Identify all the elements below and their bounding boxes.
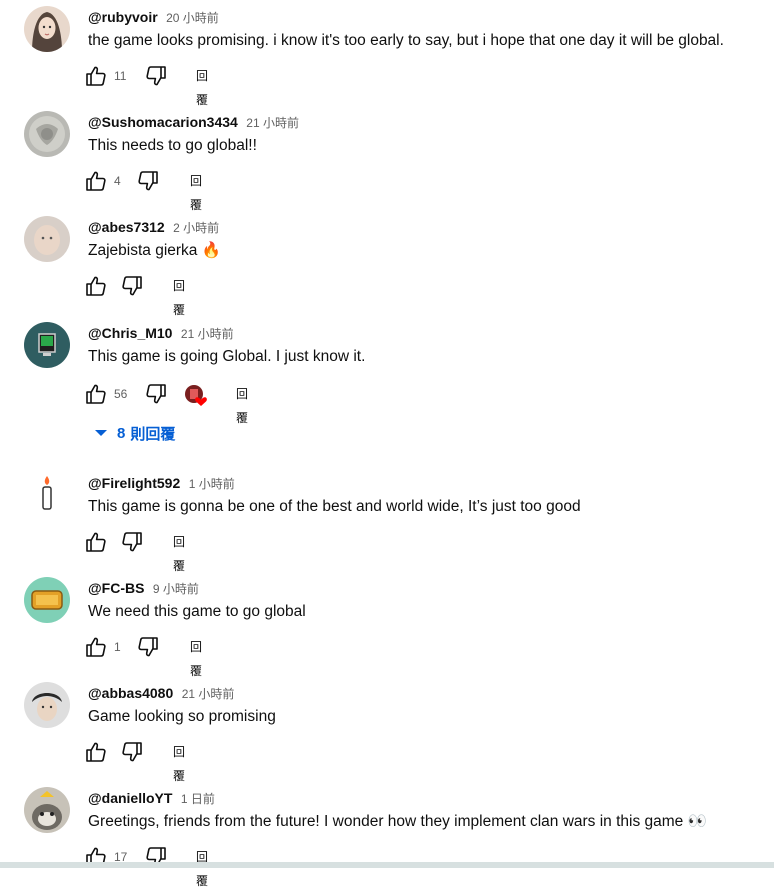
avatar[interactable] <box>24 577 70 623</box>
reply-button[interactable]: 回覆 <box>236 382 248 430</box>
thumb-up-icon <box>84 64 108 88</box>
dislike-button[interactable] <box>136 169 160 193</box>
comment-text: We need this game to go global <box>88 603 306 620</box>
reply-button[interactable]: 回覆 <box>196 845 208 893</box>
reply-button[interactable]: 回覆 <box>190 635 202 683</box>
comment-text: Zajebista gierka 🔥 <box>88 242 222 259</box>
thumb-up-icon <box>84 530 108 554</box>
dislike-button[interactable] <box>120 274 144 298</box>
dislike-button[interactable] <box>144 382 168 406</box>
comment-text: Greetings, friends from the future! I wo… <box>88 813 707 830</box>
comment-time[interactable]: 21 小時前 <box>246 116 299 130</box>
view-replies-button[interactable]: 8 則回覆 <box>92 422 175 444</box>
comment-author[interactable]: @abbas4080 <box>88 685 173 701</box>
dislike-button[interactable] <box>136 635 160 659</box>
caret-down-icon <box>95 430 107 436</box>
reply-button[interactable]: 回覆 <box>173 740 185 788</box>
comment-author[interactable]: @Firelight592 <box>88 475 180 491</box>
avatar[interactable] <box>24 322 70 368</box>
comment-time[interactable]: 2 小時前 <box>173 221 219 235</box>
like-count: 56 <box>114 387 128 401</box>
avatar[interactable] <box>24 682 70 728</box>
avatar[interactable] <box>24 216 70 262</box>
comment-text: This game is going Global. I just know i… <box>88 348 366 365</box>
reply-button[interactable]: 回覆 <box>196 64 208 112</box>
creator-heart-icon[interactable] <box>184 384 207 406</box>
comment-time[interactable]: 21 小時前 <box>182 687 235 701</box>
comment-header: @abbas4080 21 小時前 <box>88 684 234 702</box>
avatar[interactable] <box>24 111 70 157</box>
comment-time[interactable]: 1 小時前 <box>189 477 235 491</box>
comment-time[interactable]: 1 日前 <box>181 792 215 806</box>
comment-author[interactable]: @abes7312 <box>88 219 165 235</box>
thumb-up-icon <box>84 169 108 193</box>
avatar[interactable] <box>24 472 70 518</box>
reply-button[interactable]: 回覆 <box>190 169 202 217</box>
replies-label: 則回覆 <box>130 425 176 443</box>
comment-header: @Chris_M10 21 小時前 <box>88 324 234 342</box>
like-button[interactable] <box>84 635 108 659</box>
like-button[interactable] <box>84 169 108 193</box>
dislike-button[interactable] <box>144 64 168 88</box>
avatar[interactable] <box>24 787 70 833</box>
comment-header: @abes7312 2 小時前 <box>88 218 219 236</box>
reply-button[interactable]: 回覆 <box>173 530 185 578</box>
replies-count: 8 <box>117 424 126 442</box>
like-button[interactable] <box>84 382 108 406</box>
thumb-up-icon <box>84 382 108 406</box>
comment-author[interactable]: @Chris_M10 <box>88 325 172 341</box>
comment-author[interactable]: @danielloYT <box>88 790 172 806</box>
like-button[interactable] <box>84 530 108 554</box>
thumb-down-icon <box>120 740 144 764</box>
thumb-down-icon <box>144 382 168 406</box>
thumb-up-icon <box>84 740 108 764</box>
like-button[interactable] <box>84 64 108 88</box>
like-button[interactable] <box>84 274 108 298</box>
thumb-down-icon <box>144 64 168 88</box>
thumb-down-icon <box>136 169 160 193</box>
comment-header: @rubyvoir 20 小時前 <box>88 8 219 26</box>
comment-header: @Sushomacarion3434 21 小時前 <box>88 113 299 131</box>
comment-author[interactable]: @rubyvoir <box>88 9 158 25</box>
like-count: 11 <box>114 69 127 83</box>
dislike-button[interactable] <box>120 740 144 764</box>
comment-text: This game is gonna be one of the best an… <box>88 498 581 515</box>
dislike-button[interactable] <box>120 530 144 554</box>
comment-time[interactable]: 20 小時前 <box>166 11 219 25</box>
comment-time[interactable]: 21 小時前 <box>181 327 234 341</box>
avatar[interactable] <box>24 6 70 52</box>
comment-header: @FC-BS 9 小時前 <box>88 579 199 597</box>
comment-header: @Firelight592 1 小時前 <box>88 474 235 492</box>
thumb-up-icon <box>84 635 108 659</box>
thumb-up-icon <box>84 274 108 298</box>
comment-author[interactable]: @Sushomacarion3434 <box>88 114 238 130</box>
like-count: 4 <box>114 174 121 188</box>
comment-author[interactable]: @FC-BS <box>88 580 144 596</box>
thumb-down-icon <box>136 635 160 659</box>
reply-button[interactable]: 回覆 <box>173 274 185 322</box>
comment-time[interactable]: 9 小時前 <box>153 582 199 596</box>
comment-text: Game looking so promising <box>88 708 276 725</box>
window-bottom-edge <box>0 862 774 868</box>
thumb-down-icon <box>120 274 144 298</box>
comment-text: This needs to go global!! <box>88 137 257 154</box>
comment-text: the game looks promising. i know it's to… <box>88 32 724 49</box>
comment-header: @danielloYT 1 日前 <box>88 789 215 807</box>
like-count: 1 <box>114 640 121 654</box>
like-button[interactable] <box>84 740 108 764</box>
thumb-down-icon <box>120 530 144 554</box>
